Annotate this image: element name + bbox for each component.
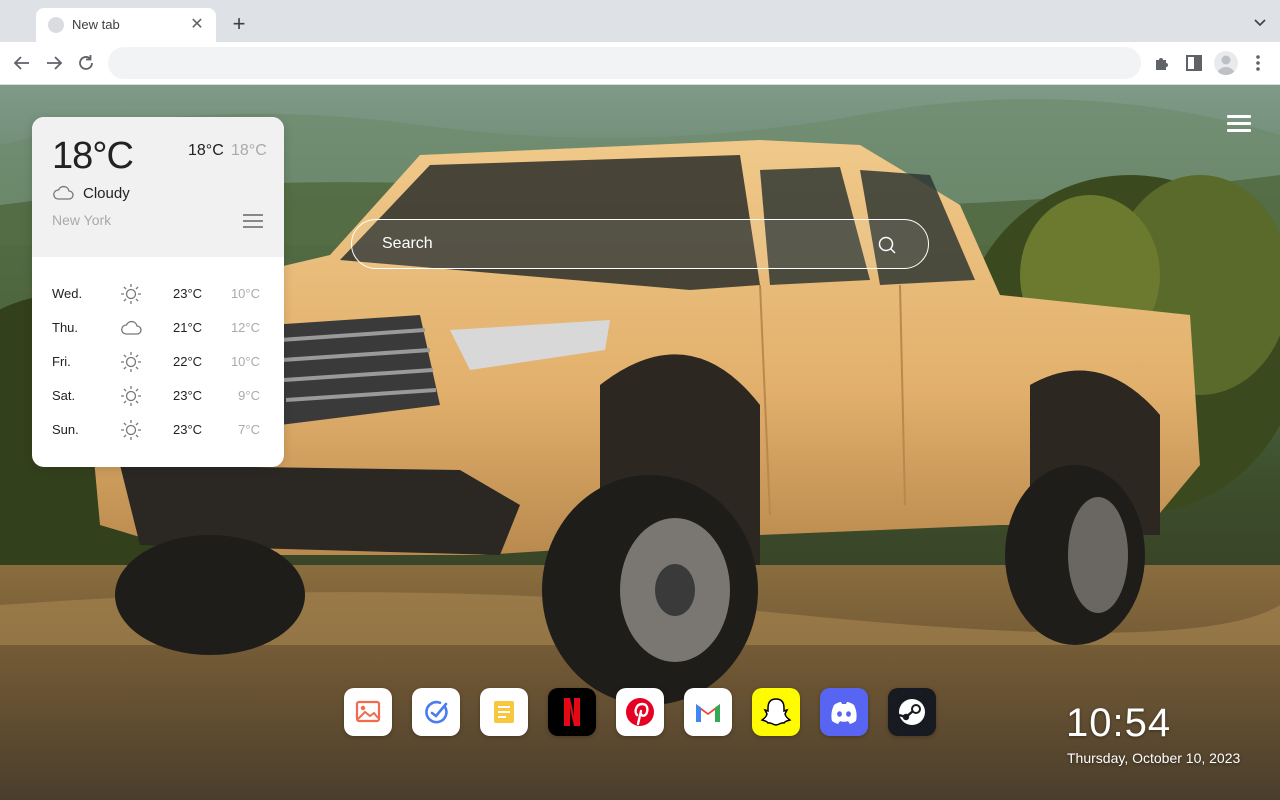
weather-widget: 18°C 18°C 18°C Cloudy New York Wed. 23°C… xyxy=(32,117,284,467)
weather-current: 18°C 18°C 18°C Cloudy New York xyxy=(32,117,284,257)
forecast-high: 21°C xyxy=(173,320,203,335)
tab-favicon-icon xyxy=(48,17,64,33)
shortcut-notes[interactable] xyxy=(480,688,528,736)
forecast-low: 12°C xyxy=(230,320,260,335)
shortcut-gmail[interactable] xyxy=(684,688,732,736)
list-menu-icon[interactable] xyxy=(243,214,263,230)
shortcut-discord[interactable] xyxy=(820,688,868,736)
cloud-icon xyxy=(53,185,74,200)
netflix-icon xyxy=(548,688,596,736)
tab-strip: New tab ✕ + xyxy=(0,0,1280,42)
profile-avatar[interactable] xyxy=(1214,51,1238,75)
check-circle-icon xyxy=(412,688,460,736)
forecast-row: Thu. 21°C 12°C xyxy=(32,311,284,345)
current-temperature: 18°C xyxy=(52,135,134,177)
back-arrow-icon[interactable] xyxy=(11,52,33,74)
chevron-down-icon[interactable] xyxy=(1252,14,1268,30)
more-menu-icon[interactable] xyxy=(1247,52,1269,74)
sun-icon xyxy=(121,284,141,304)
shortcut-tasks[interactable] xyxy=(412,688,460,736)
sun-icon xyxy=(121,420,141,440)
forecast-low: 10°C xyxy=(230,286,260,301)
forward-arrow-icon[interactable] xyxy=(43,52,65,74)
shortcut-photos[interactable] xyxy=(344,688,392,736)
forecast-high: 23°C xyxy=(173,286,203,301)
forecast-day: Sun. xyxy=(52,422,79,437)
person-icon xyxy=(1217,55,1235,75)
close-icon[interactable]: ✕ xyxy=(188,16,206,34)
pinterest-icon xyxy=(616,688,664,736)
reload-icon[interactable] xyxy=(75,52,97,74)
clock-time: 10:54 xyxy=(1066,701,1172,745)
note-icon xyxy=(480,688,528,736)
today-low: 18°C xyxy=(231,142,267,159)
sun-icon xyxy=(121,386,141,406)
image-icon xyxy=(344,688,392,736)
extensions-puzzle-icon[interactable] xyxy=(1151,52,1173,74)
sun-icon xyxy=(121,352,141,372)
search-input[interactable] xyxy=(382,232,872,256)
hamburger-menu-icon[interactable] xyxy=(1227,115,1251,135)
search-icon[interactable] xyxy=(876,234,898,256)
shortcut-pinterest[interactable] xyxy=(616,688,664,736)
forecast-low: 7°C xyxy=(238,422,260,437)
discord-icon xyxy=(820,688,868,736)
shortcut-snapchat[interactable] xyxy=(752,688,800,736)
today-high: 18°C xyxy=(188,142,224,159)
shortcut-netflix[interactable] xyxy=(548,688,596,736)
forecast-row: Wed. 23°C 10°C xyxy=(32,277,284,311)
forecast-high: 22°C xyxy=(173,354,203,369)
new-tab-page: 18°C 18°C 18°C Cloudy New York Wed. 23°C… xyxy=(0,85,1280,800)
forecast-row: Sun. 23°C 7°C xyxy=(32,413,284,447)
browser-toolbar xyxy=(0,42,1280,85)
forecast-low: 10°C xyxy=(230,354,260,369)
tab-new-tab[interactable]: New tab ✕ xyxy=(36,8,216,42)
address-bar[interactable] xyxy=(108,47,1141,79)
forecast-day: Wed. xyxy=(52,286,83,301)
side-panel-icon[interactable] xyxy=(1183,52,1205,74)
cloud-icon xyxy=(121,320,142,335)
forecast-row: Fri. 22°C 10°C xyxy=(32,345,284,379)
forecast-high: 23°C xyxy=(173,388,203,403)
search-bar xyxy=(351,219,929,269)
forecast-day: Fri. xyxy=(52,354,71,369)
steam-icon xyxy=(888,688,936,736)
forecast-day: Thu. xyxy=(52,320,79,335)
new-tab-button[interactable]: + xyxy=(226,12,252,38)
shortcut-steam[interactable] xyxy=(888,688,936,736)
forecast-row: Sat. 23°C 9°C xyxy=(32,379,284,413)
forecast-low: 9°C xyxy=(238,388,260,403)
forecast-day: Sat. xyxy=(52,388,76,403)
tab-title: New tab xyxy=(72,17,120,32)
weather-city: New York xyxy=(52,212,112,228)
weather-condition: Cloudy xyxy=(83,185,130,202)
forecast-high: 23°C xyxy=(173,422,203,437)
snapchat-icon xyxy=(752,688,800,736)
gmail-icon xyxy=(684,688,732,736)
clock-date: Thursday, October 10, 2023 xyxy=(1067,750,1241,766)
